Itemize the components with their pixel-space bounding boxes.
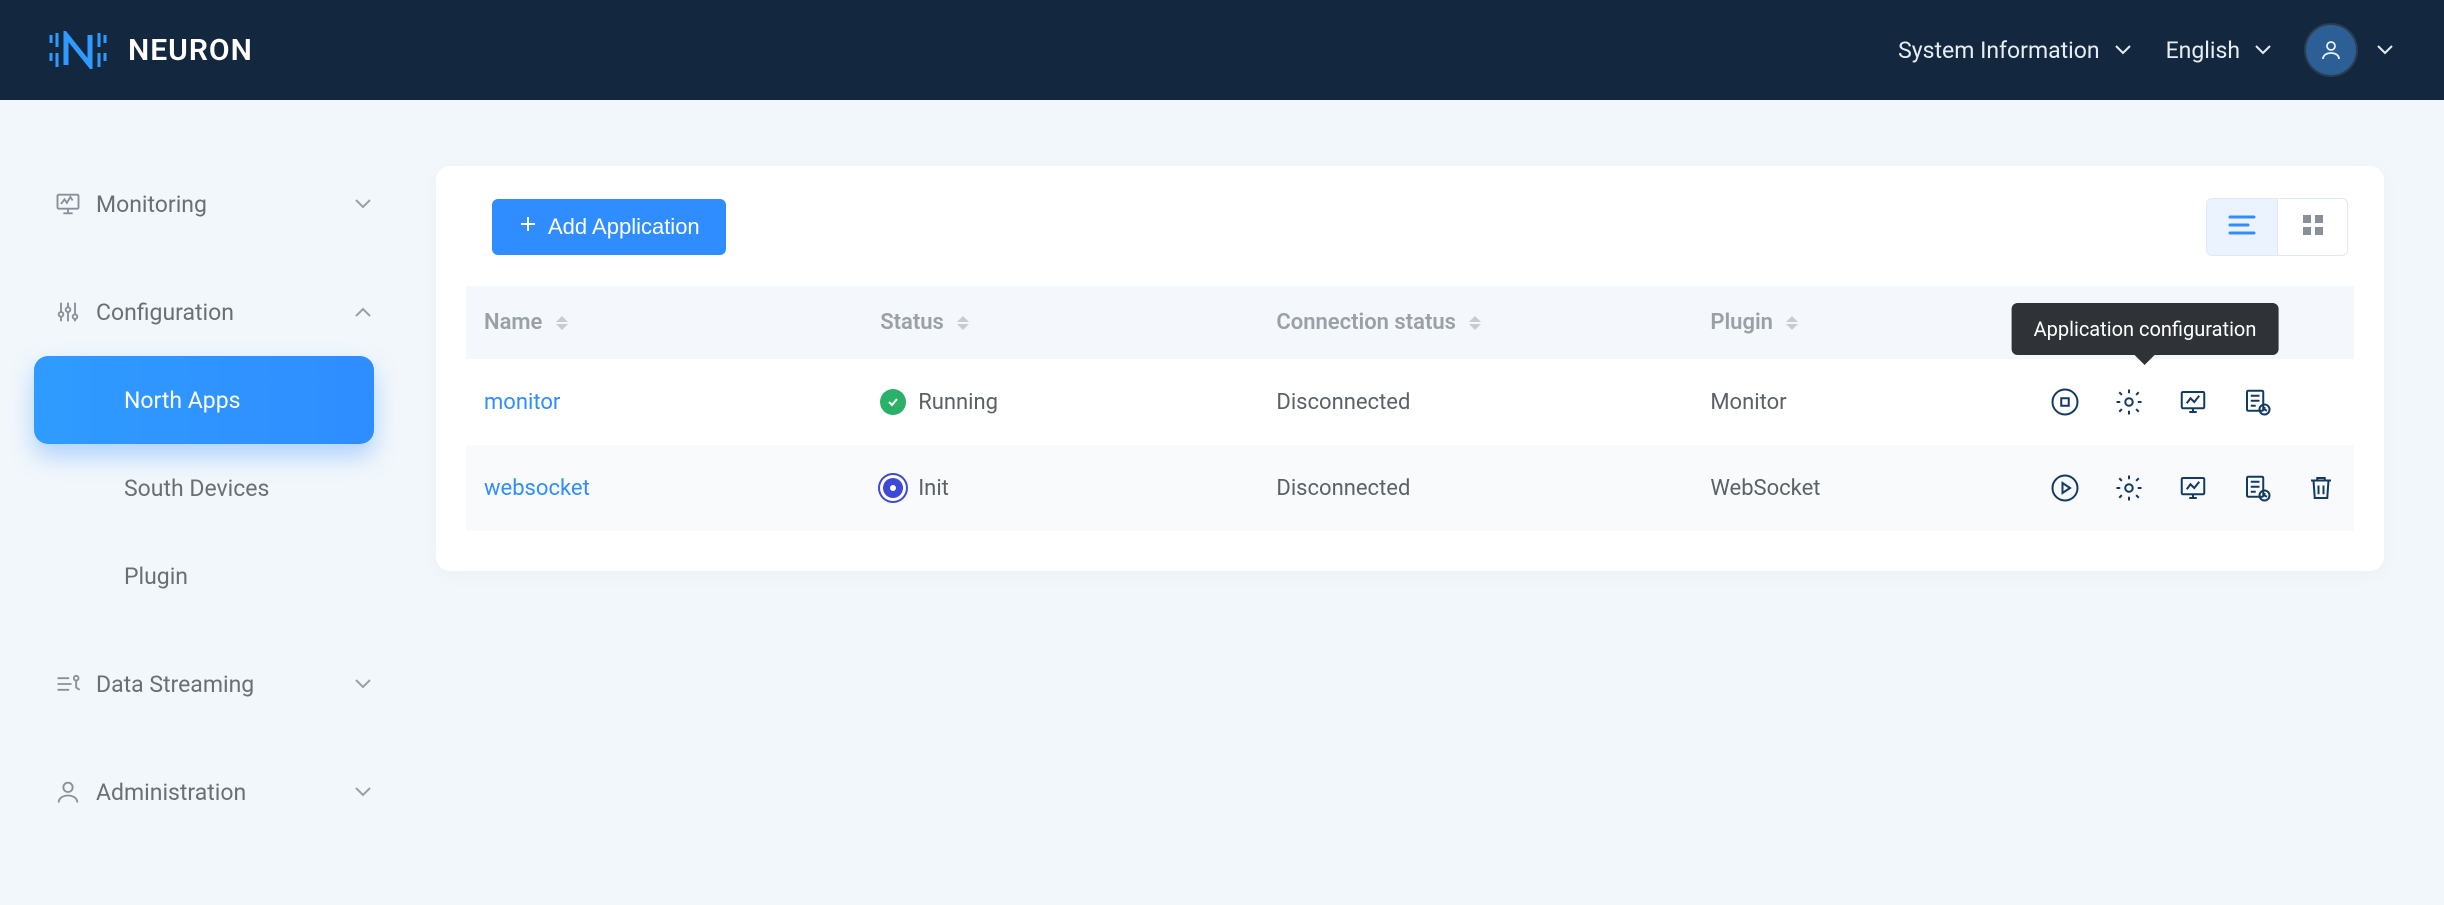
debug-log-button[interactable] (2242, 387, 2272, 417)
chevron-down-icon (354, 678, 372, 690)
column-label: Operate (2050, 310, 2128, 335)
language-menu[interactable]: English (2166, 37, 2272, 64)
status-cell: Running (880, 389, 1240, 415)
sort-icon (957, 316, 969, 330)
card-header: Add Application (436, 166, 2384, 286)
sidebar-item-north-apps[interactable]: North Apps (34, 356, 374, 444)
sidebar-item-label: Monitoring (96, 191, 354, 218)
sidebar-item-label: Configuration (96, 299, 354, 326)
sidebar-item-data-streaming[interactable]: Data Streaming (0, 640, 408, 728)
chevron-down-icon (354, 786, 372, 798)
statistics-button[interactable] (2178, 473, 2208, 503)
column-header-name[interactable]: Name (466, 286, 862, 359)
list-view-button[interactable] (2207, 199, 2277, 255)
sidebar-item-configuration[interactable]: Configuration (0, 268, 408, 356)
brand-logo-icon (48, 31, 108, 69)
system-information-menu[interactable]: System Information (1898, 37, 2132, 64)
column-label: Status (880, 310, 944, 335)
status-label: Init (918, 476, 949, 501)
sidebar-item-label: South Devices (124, 475, 372, 502)
brand-name: NEURON (128, 33, 253, 68)
app-name-link[interactable]: websocket (484, 476, 590, 501)
chevron-down-icon (354, 198, 372, 210)
add-application-button[interactable]: Add Application (492, 199, 726, 255)
sidebar-item-administration[interactable]: Administration (0, 748, 408, 836)
connection-status: Disconnected (1276, 390, 1410, 415)
stop-button[interactable] (2050, 387, 2080, 417)
system-information-label: System Information (1898, 37, 2100, 64)
sliders-icon (54, 298, 96, 326)
sidebar-item-plugin[interactable]: Plugin (0, 532, 408, 620)
streaming-icon (54, 670, 96, 698)
sidebar-item-monitoring[interactable]: Monitoring (0, 160, 408, 248)
delete-button[interactable] (2306, 473, 2336, 503)
add-application-label: Add Application (548, 214, 700, 240)
statistics-button[interactable] (2178, 387, 2208, 417)
column-label: Name (484, 310, 542, 335)
view-toggle (2206, 198, 2348, 256)
avatar-icon (2306, 25, 2356, 75)
status-cell: Init (880, 475, 1240, 501)
sort-icon (1786, 316, 1798, 330)
start-button[interactable] (2050, 473, 2080, 503)
operate-cell (2050, 387, 2336, 417)
debug-log-button[interactable] (2242, 473, 2272, 503)
user-icon (54, 778, 96, 806)
sort-icon (556, 316, 568, 330)
sidebar-item-label: Data Streaming (96, 671, 354, 698)
applications-table: Name Status Connection status Plugi (466, 286, 2354, 531)
plugin-name: WebSocket (1710, 476, 1820, 501)
column-header-plugin[interactable]: Plugin (1692, 286, 2032, 359)
sort-icon (1469, 316, 1481, 330)
list-icon (2228, 214, 2256, 240)
status-label: Running (918, 390, 998, 415)
chevron-up-icon (354, 306, 372, 318)
connection-status: Disconnected (1276, 476, 1410, 501)
column-header-connection-status[interactable]: Connection status (1258, 286, 1692, 359)
settings-button[interactable] (2114, 387, 2144, 417)
column-header-status[interactable]: Status (862, 286, 1258, 359)
table-row: monitor Running Disconnected Monitor (466, 359, 2354, 445)
header-right: System Information English (1898, 25, 2394, 75)
plus-icon (518, 214, 538, 240)
app-name-link[interactable]: monitor (484, 390, 560, 415)
column-header-operate: Operate (2032, 286, 2354, 359)
column-label: Connection status (1276, 310, 1456, 335)
settings-button[interactable] (2114, 473, 2144, 503)
sidebar-item-label: North Apps (124, 387, 338, 414)
main-content: Add Application (408, 100, 2444, 905)
sidebar: Monitoring Configuration North Apps Sout… (0, 100, 408, 905)
table-row: websocket Init Disconnected WebSocket (466, 445, 2354, 531)
table-header-row: Name Status Connection status Plugi (466, 286, 2354, 359)
grid-icon (2301, 213, 2325, 241)
column-label: Plugin (1710, 310, 1773, 335)
monitor-icon (54, 190, 96, 218)
chevron-down-icon (2254, 44, 2272, 56)
app-header: NEURON System Information English (0, 0, 2444, 100)
sidebar-item-label: Plugin (124, 563, 372, 590)
north-apps-card: Add Application (436, 166, 2384, 571)
grid-view-button[interactable] (2277, 199, 2347, 255)
sidebar-item-south-devices[interactable]: South Devices (0, 444, 408, 532)
status-init-icon (880, 475, 906, 501)
language-label: English (2166, 37, 2240, 64)
brand: NEURON (48, 31, 253, 69)
user-menu[interactable] (2306, 25, 2394, 75)
chevron-down-icon (2376, 44, 2394, 56)
operate-cell (2050, 473, 2336, 503)
status-running-icon (880, 389, 906, 415)
chevron-down-icon (2114, 44, 2132, 56)
plugin-name: Monitor (1710, 390, 1786, 415)
app-body: Monitoring Configuration North Apps Sout… (0, 100, 2444, 905)
sidebar-item-label: Administration (96, 779, 354, 806)
